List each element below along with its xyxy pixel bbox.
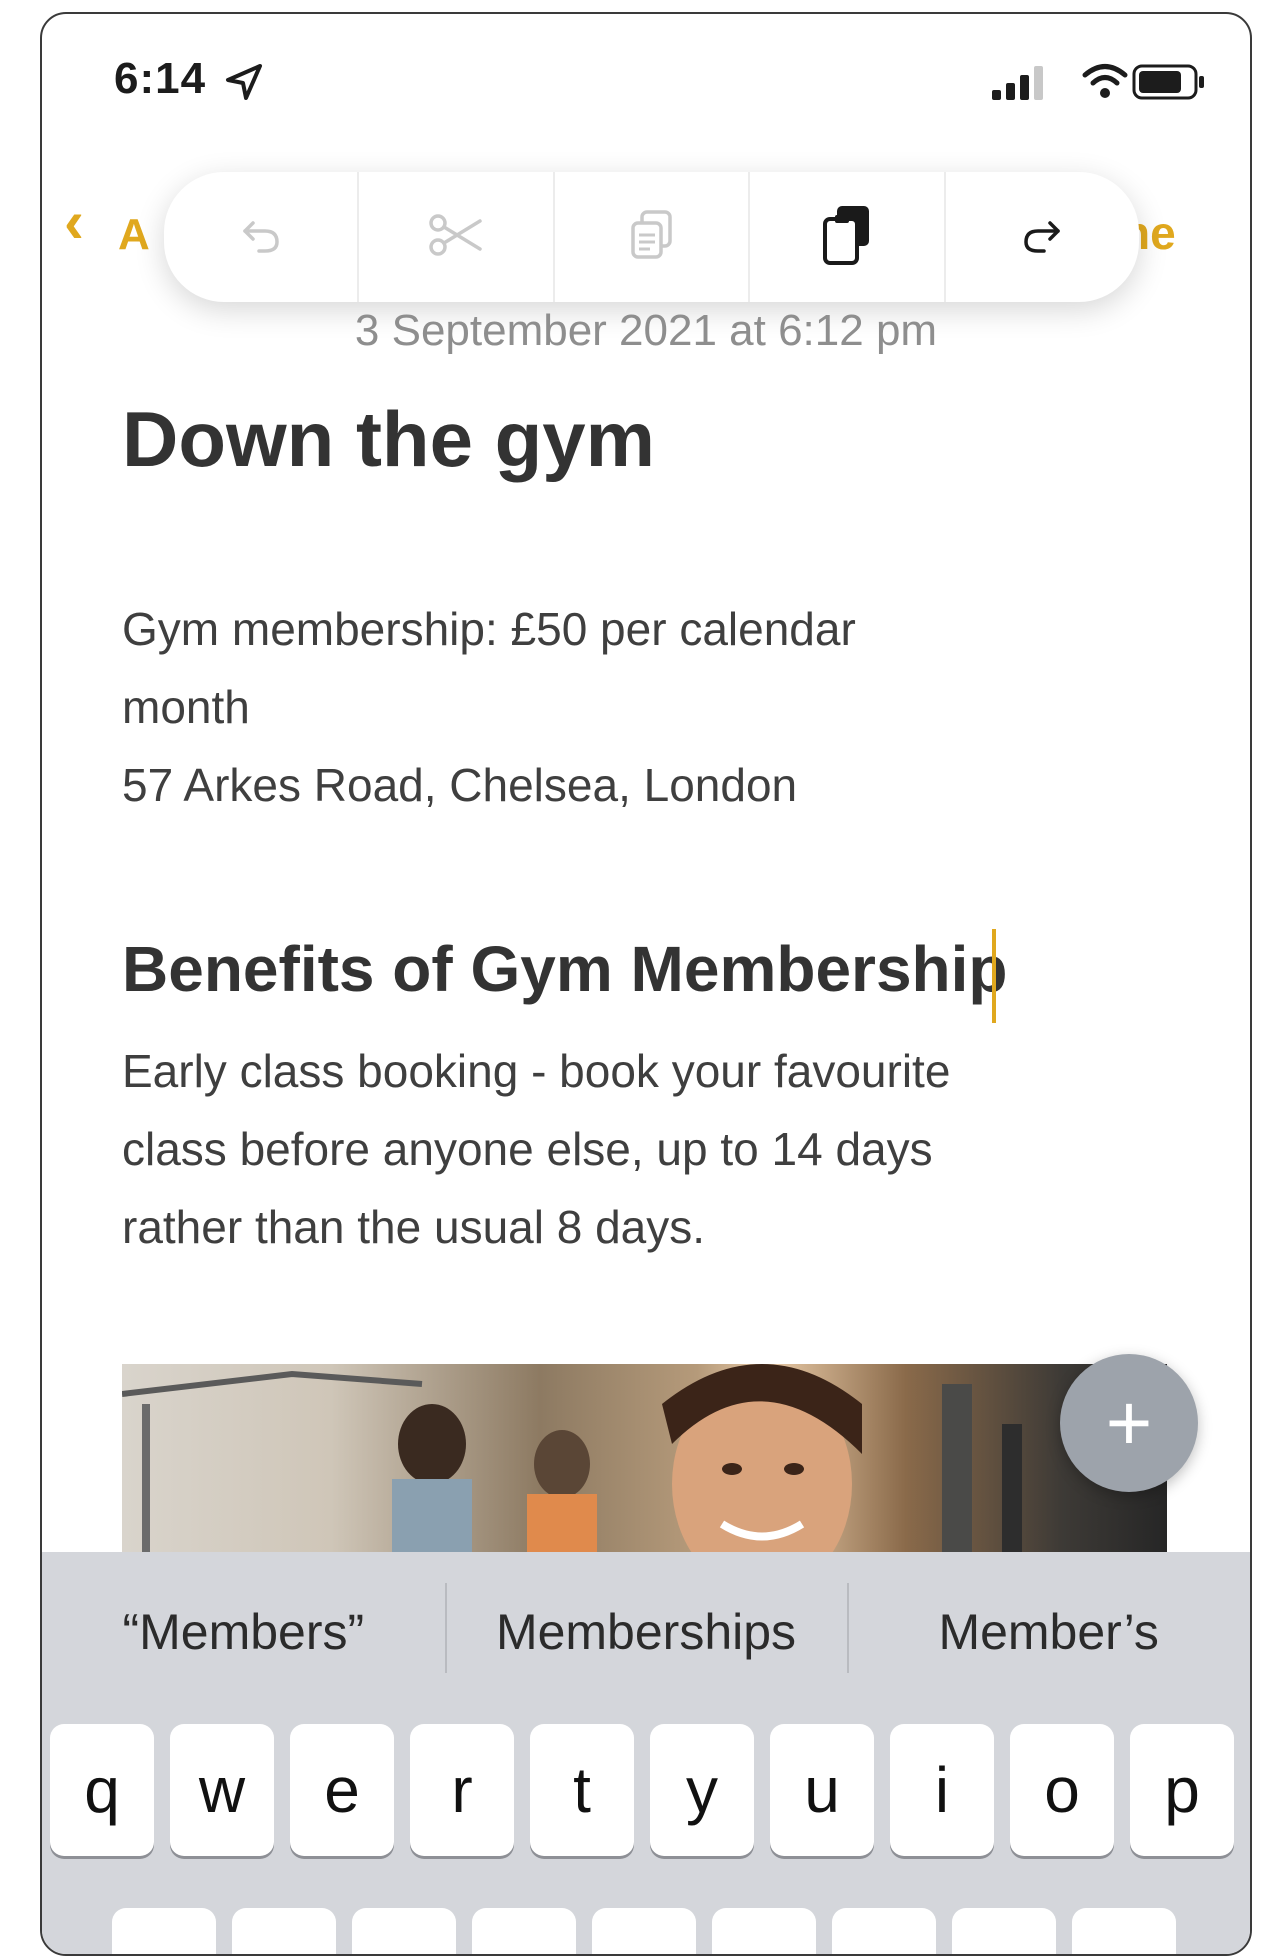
plus-icon: + xyxy=(1105,1378,1153,1467)
predictive-text-bar: “Members” Memberships Member’s xyxy=(42,1552,1250,1712)
key-l[interactable] xyxy=(1072,1908,1176,1954)
back-button-label[interactable]: A xyxy=(118,210,150,260)
add-button[interactable]: + xyxy=(1060,1354,1198,1492)
key-i[interactable]: i xyxy=(890,1724,994,1856)
key-w[interactable]: w xyxy=(170,1724,274,1856)
suggestion-item[interactable]: “Members” xyxy=(42,1603,445,1661)
cellular-signal-icon xyxy=(992,66,1056,105)
wifi-icon xyxy=(1082,62,1128,105)
key-f[interactable] xyxy=(472,1908,576,1954)
scissors-icon xyxy=(428,213,484,262)
suggestion-item[interactable]: Memberships xyxy=(444,1583,848,1673)
paste-icon xyxy=(821,203,873,272)
redo-button[interactable] xyxy=(943,172,1139,302)
undo-button[interactable] xyxy=(164,172,357,302)
text-line: 57 Arkes Road, Chelsea, London xyxy=(122,759,798,811)
key-d[interactable] xyxy=(352,1908,456,1954)
phone-screen: 6:14 ‹ A ne 3 September 2021 at 6:12 pm … xyxy=(40,12,1252,1956)
cut-button[interactable] xyxy=(357,172,552,302)
key-r[interactable]: r xyxy=(410,1724,514,1856)
key-y[interactable]: y xyxy=(650,1724,754,1856)
key-h[interactable] xyxy=(712,1908,816,1954)
key-o[interactable]: o xyxy=(1010,1724,1114,1856)
undo-icon xyxy=(239,213,283,262)
copy-button[interactable] xyxy=(552,172,748,302)
text-cursor xyxy=(992,929,996,1023)
key-j[interactable] xyxy=(832,1908,936,1954)
text-line: Gym membership: £50 per calendar xyxy=(122,603,856,655)
key-s[interactable] xyxy=(232,1908,336,1954)
key-g[interactable] xyxy=(592,1908,696,1954)
keyboard: “Members” Memberships Member’s q w e r t… xyxy=(42,1552,1250,1954)
paste-button[interactable] xyxy=(748,172,943,302)
key-p[interactable]: p xyxy=(1130,1724,1234,1856)
key-q[interactable]: q xyxy=(50,1724,154,1856)
back-chevron-icon[interactable]: ‹ xyxy=(64,192,84,252)
key-row-1: q w e r t y u i o p xyxy=(50,1724,1250,1856)
note-paragraph-1[interactable]: Gym membership: £50 per calendar month 5… xyxy=(122,590,1202,824)
text-line: rather than the usual 8 days. xyxy=(122,1201,706,1253)
key-e[interactable]: e xyxy=(290,1724,394,1856)
key-a[interactable] xyxy=(112,1908,216,1954)
key-u[interactable]: u xyxy=(770,1724,874,1856)
copy-icon xyxy=(628,209,676,266)
edit-toolbar xyxy=(164,172,1139,302)
text-line: month xyxy=(122,681,250,733)
key-k[interactable] xyxy=(952,1908,1056,1954)
key-t[interactable]: t xyxy=(530,1724,634,1856)
section-heading[interactable]: Benefits of Gym Membership xyxy=(122,932,1008,1006)
status-time: 6:14 xyxy=(114,54,207,103)
redo-icon xyxy=(1020,213,1064,262)
gym-photo[interactable] xyxy=(122,1364,1167,1564)
battery-icon xyxy=(1132,64,1206,105)
note-title[interactable]: Down the gym xyxy=(122,394,655,485)
note-date: 3 September 2021 at 6:12 pm xyxy=(354,306,938,355)
location-arrow-icon xyxy=(224,62,264,107)
key-row-2 xyxy=(112,1908,1212,1954)
text-line: Early class booking - book your favourit… xyxy=(122,1045,951,1097)
note-paragraph-2[interactable]: Early class booking - book your favourit… xyxy=(122,1032,1202,1266)
suggestion-item[interactable]: Member’s xyxy=(847,1583,1250,1673)
text-line: class before anyone else, up to 14 days xyxy=(122,1123,933,1175)
